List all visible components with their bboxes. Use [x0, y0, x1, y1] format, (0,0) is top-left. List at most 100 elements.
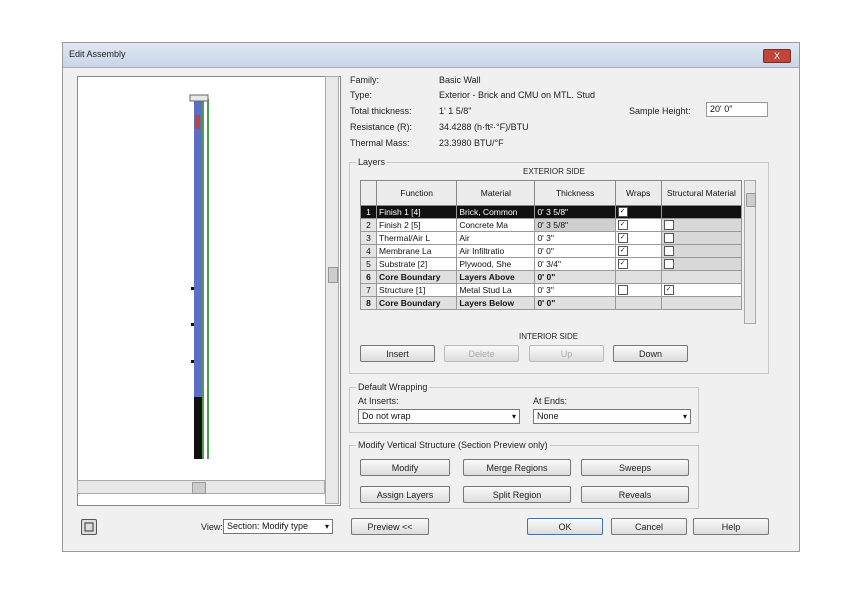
sweeps-button[interactable]: Sweeps [581, 459, 689, 476]
wraps-cell[interactable] [614, 283, 662, 297]
zoom-icon[interactable] [81, 519, 97, 535]
structural-cell[interactable] [660, 218, 743, 232]
wraps-cell[interactable]: ✓ [614, 231, 662, 245]
wraps-cell[interactable]: ✓ [614, 257, 662, 271]
delete-button[interactable]: Delete [444, 345, 519, 362]
preview-vertical-scrollbar[interactable] [325, 76, 339, 504]
thermal-mass-value: 23.3980 BTU/°F [439, 138, 504, 148]
section-preview[interactable] [77, 76, 341, 506]
table-row[interactable]: 5 Substrate [2] Plywood, She 0' 3/4" ✓ [359, 257, 743, 271]
sample-height-input[interactable]: 20' 0" [706, 102, 768, 117]
row-number[interactable]: 2 [359, 218, 378, 232]
structural-cell[interactable] [660, 231, 743, 245]
table-row[interactable]: 2 Finish 2 [5] Concrete Ma 0' 3 5/8" ✓ [359, 218, 743, 232]
function-cell[interactable]: Substrate [2] [376, 257, 458, 271]
assign-layers-button[interactable]: Assign Layers [360, 486, 450, 503]
function-cell[interactable]: Membrane La [376, 244, 458, 258]
column-header-thickness[interactable]: Thickness [534, 180, 616, 206]
scroll-thumb[interactable] [746, 193, 756, 207]
column-header-function[interactable]: Function [376, 180, 458, 206]
down-button[interactable]: Down [613, 345, 688, 362]
merge-regions-button[interactable]: Merge Regions [463, 459, 571, 476]
resistance-label: Resistance (R): [350, 122, 413, 132]
column-header-structural-material[interactable]: Structural Material [660, 180, 743, 206]
thickness-cell[interactable]: 0' 3" [534, 283, 616, 297]
view-select[interactable]: Section: Modify type ▾ [223, 519, 333, 534]
material-cell[interactable]: Brick, Common [456, 205, 536, 219]
wraps-cell[interactable]: ✓ [614, 244, 662, 258]
reveals-button[interactable]: Reveals [581, 486, 689, 503]
row-number[interactable]: 1 [359, 205, 378, 219]
ok-button[interactable]: OK [527, 518, 603, 535]
table-row[interactable]: 1 Finish 1 [4] Brick, Common 0' 3 5/8" ✓ [359, 205, 743, 219]
cancel-button[interactable]: Cancel [611, 518, 687, 535]
table-row[interactable]: 7 Structure [1] Metal Stud La 0' 3" ✓ [359, 283, 743, 297]
at-ends-select[interactable]: None ▾ [533, 409, 691, 424]
material-cell[interactable]: Metal Stud La [456, 283, 536, 297]
material-cell[interactable]: Plywood, She [456, 257, 536, 271]
wraps-checkbox[interactable] [617, 285, 628, 296]
thickness-cell[interactable]: 0' 3" [534, 231, 616, 245]
scroll-thumb[interactable] [328, 267, 338, 283]
table-row[interactable]: 6 Core Boundary Layers Above 0' 0" [359, 270, 743, 284]
split-region-button[interactable]: Split Region [463, 486, 571, 503]
wraps-cell[interactable]: ✓ [614, 205, 662, 219]
function-cell[interactable]: Finish 2 [5] [376, 218, 458, 232]
close-button[interactable]: X [763, 49, 791, 63]
material-cell[interactable]: Air [456, 231, 536, 245]
row-number[interactable]: 6 [359, 270, 378, 284]
default-wrapping-title: Default Wrapping [356, 382, 430, 392]
preview-toggle-button[interactable]: Preview << [351, 518, 429, 535]
wraps-checkbox[interactable]: ✓ [617, 246, 628, 257]
edit-assembly-dialog: Edit Assembly X Family: Basic Wall Type:… [62, 42, 800, 552]
thickness-cell[interactable]: 0' 3/4" [534, 257, 616, 271]
wraps-checkbox[interactable]: ✓ [617, 207, 628, 218]
structural-checkbox[interactable] [663, 220, 674, 231]
wall-bottom-layer [194, 397, 202, 459]
structural-cell[interactable]: ✓ [660, 283, 743, 297]
view-value: Section: Modify type [227, 521, 309, 531]
table-row[interactable]: 8 Core Boundary Layers Below 0' 0" [359, 296, 743, 310]
structural-checkbox[interactable] [663, 246, 674, 257]
structural-checkbox[interactable] [663, 259, 674, 270]
column-header-wraps[interactable]: Wraps [614, 180, 662, 206]
insert-button[interactable]: Insert [360, 345, 435, 362]
material-cell[interactable]: Air Infiltratio [456, 244, 536, 258]
wraps-checkbox[interactable]: ✓ [617, 259, 628, 270]
thickness-cell[interactable]: 0' 3 5/8" [534, 218, 616, 232]
chevron-down-icon: ▾ [324, 522, 329, 531]
resistance-value: 34.4288 (h·ft²·°F)/BTU [439, 122, 529, 132]
help-button[interactable]: Help [693, 518, 769, 535]
structural-cell[interactable] [660, 257, 743, 271]
scroll-thumb[interactable] [192, 482, 206, 494]
table-row[interactable]: 4 Membrane La Air Infiltratio 0' 0" ✓ [359, 244, 743, 258]
layers-scrollbar[interactable] [744, 180, 756, 324]
thickness-cell[interactable]: 0' 0" [534, 244, 616, 258]
function-cell[interactable]: Finish 1 [4] [376, 205, 458, 219]
thickness-cell[interactable]: 0' 3 5/8" [534, 205, 616, 219]
chevron-down-icon: ▾ [511, 412, 516, 421]
at-inserts-select[interactable]: Do not wrap ▾ [358, 409, 520, 424]
column-header-material[interactable]: Material [456, 180, 536, 206]
row-number[interactable]: 3 [359, 231, 378, 245]
function-cell[interactable]: Thermal/Air L [376, 231, 458, 245]
up-button[interactable]: Up [529, 345, 604, 362]
preview-horizontal-scrollbar[interactable] [77, 480, 325, 494]
structural-cell[interactable] [660, 244, 743, 258]
modify-button[interactable]: Modify [360, 459, 450, 476]
function-cell[interactable]: Structure [1] [376, 283, 458, 297]
structural-checkbox[interactable] [663, 233, 674, 244]
structural-cell [660, 205, 743, 219]
row-number[interactable]: 4 [359, 244, 378, 258]
row-number[interactable]: 5 [359, 257, 378, 271]
material-cell[interactable]: Concrete Ma [456, 218, 536, 232]
layers-group-title: Layers [356, 157, 388, 167]
wraps-checkbox[interactable]: ✓ [617, 233, 628, 244]
wraps-cell [614, 270, 662, 284]
row-number[interactable]: 7 [359, 283, 378, 297]
wraps-cell[interactable]: ✓ [614, 218, 662, 232]
row-number[interactable]: 8 [359, 296, 378, 310]
wraps-checkbox[interactable]: ✓ [617, 220, 628, 231]
structural-checkbox[interactable]: ✓ [663, 285, 674, 296]
table-row[interactable]: 3 Thermal/Air L Air 0' 3" ✓ [359, 231, 743, 245]
